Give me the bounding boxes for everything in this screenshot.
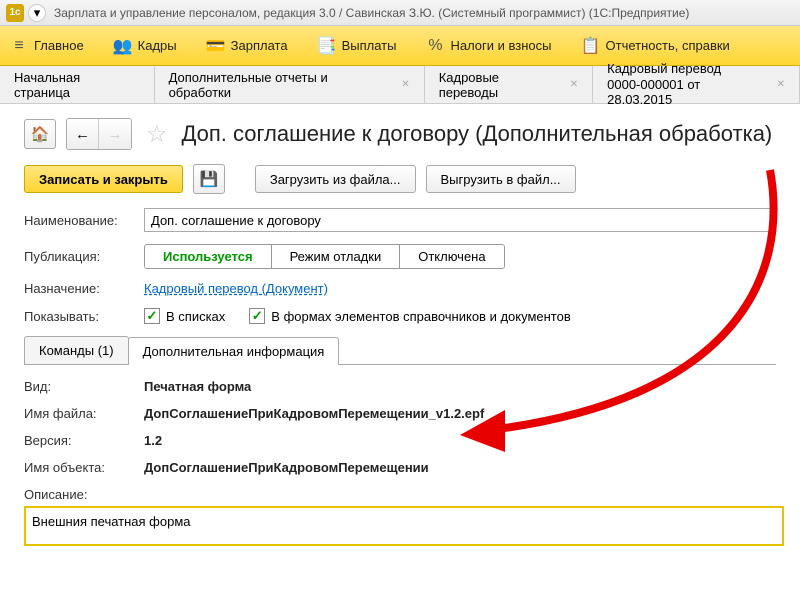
pub-off[interactable]: Отключена [400, 245, 503, 268]
window-titlebar: 1c ▾ Зарплата и управление персоналом, р… [0, 0, 800, 26]
version-value: 1.2 [144, 433, 162, 448]
file-label: Имя файла: [24, 406, 144, 421]
save-close-button[interactable]: Записать и закрыть [24, 165, 183, 193]
load-file-button[interactable]: Загрузить из файла... [255, 165, 416, 193]
app-icon: 1c [6, 4, 24, 22]
action-buttons: Записать и закрыть 💾 Загрузить из файла.… [0, 160, 800, 208]
show-lists-label: В списках [166, 309, 225, 324]
tab-transfer-doc[interactable]: Кадровый перевод 0000-000001 от 28.03.20… [593, 66, 800, 103]
object-label: Имя объекта: [24, 460, 144, 475]
export-file-button[interactable]: Выгрузить в файл... [426, 165, 576, 193]
nav-staff[interactable]: 👥Кадры [114, 37, 177, 55]
document-tabs: Начальная страница Дополнительные отчеты… [0, 66, 800, 104]
description-input[interactable]: Внешния печатная форма [24, 506, 784, 546]
nav-reports[interactable]: 📋Отчетность, справки [582, 37, 730, 55]
name-label: Наименование: [24, 213, 144, 228]
tab-start-page[interactable]: Начальная страница [0, 66, 155, 103]
nav-payments[interactable]: 📑Выплаты [318, 37, 397, 55]
close-icon[interactable]: ✕ [777, 79, 785, 90]
app-menu-dropdown[interactable]: ▾ [28, 4, 46, 22]
menu-icon: ≡ [10, 37, 28, 55]
close-icon[interactable]: ✕ [401, 79, 409, 90]
tab-reports[interactable]: Дополнительные отчеты и обработки✕ [155, 66, 425, 103]
window-title: Зарплата и управление персоналом, редакц… [54, 6, 689, 20]
file-value: ДопСоглашениеПриКадровомПеремещении_v1.2… [144, 406, 484, 421]
nav-taxes[interactable]: %Налоги и взносы [426, 37, 551, 55]
home-button[interactable]: 🏠 [24, 119, 56, 149]
type-value: Печатная форма [144, 379, 251, 394]
tab-extra-info[interactable]: Дополнительная информация [128, 337, 340, 365]
version-label: Версия: [24, 433, 144, 448]
report-icon: 📋 [582, 37, 600, 55]
doc-icon: 📑 [318, 37, 336, 55]
form: Наименование: Публикация: Используется Р… [0, 208, 800, 552]
publication-label: Публикация: [24, 249, 144, 264]
show-label: Показывать: [24, 309, 144, 324]
percent-icon: % [426, 37, 444, 55]
save-button[interactable]: 💾 [193, 164, 225, 194]
nav-history: ← → [66, 118, 132, 150]
checkbox-forms[interactable]: ✓ [249, 308, 265, 324]
inner-tabs: Команды (1) Дополнительная информация [24, 336, 776, 365]
assignment-link[interactable]: Кадровый перевод (Документ) [144, 281, 328, 296]
people-icon: 👥 [114, 37, 132, 55]
nav-salary[interactable]: 💳Зарплата [207, 37, 288, 55]
page-toolbar: 🏠 ← → ☆ Доп. соглашение к договору (Допо… [0, 104, 800, 160]
info-panel: Вид:Печатная форма Имя файла:ДопСоглашен… [24, 365, 776, 552]
close-icon[interactable]: ✕ [570, 79, 578, 90]
pub-used[interactable]: Используется [145, 245, 272, 268]
assignment-label: Назначение: [24, 281, 144, 296]
publication-toggle: Используется Режим отладки Отключена [144, 244, 505, 269]
favorite-star-icon[interactable]: ☆ [146, 120, 168, 149]
nav-main[interactable]: ≡Главное [10, 37, 84, 55]
tab-commands[interactable]: Команды (1) [24, 336, 129, 364]
page-title: Доп. соглашение к договору (Дополнительн… [182, 121, 773, 147]
card-icon: 💳 [207, 37, 225, 55]
main-nav: ≡Главное 👥Кадры 💳Зарплата 📑Выплаты %Нало… [0, 26, 800, 66]
tab-transfers[interactable]: Кадровые переводы✕ [425, 66, 593, 103]
description-label: Описание: [24, 487, 144, 502]
pub-debug[interactable]: Режим отладки [272, 245, 401, 268]
forward-button[interactable]: → [99, 119, 131, 149]
back-button[interactable]: ← [67, 119, 99, 149]
object-value: ДопСоглашениеПриКадровомПеремещении [144, 460, 429, 475]
name-input[interactable] [144, 208, 776, 232]
checkbox-lists[interactable]: ✓ [144, 308, 160, 324]
show-forms-label: В формах элементов справочников и докуме… [271, 309, 570, 324]
type-label: Вид: [24, 379, 144, 394]
